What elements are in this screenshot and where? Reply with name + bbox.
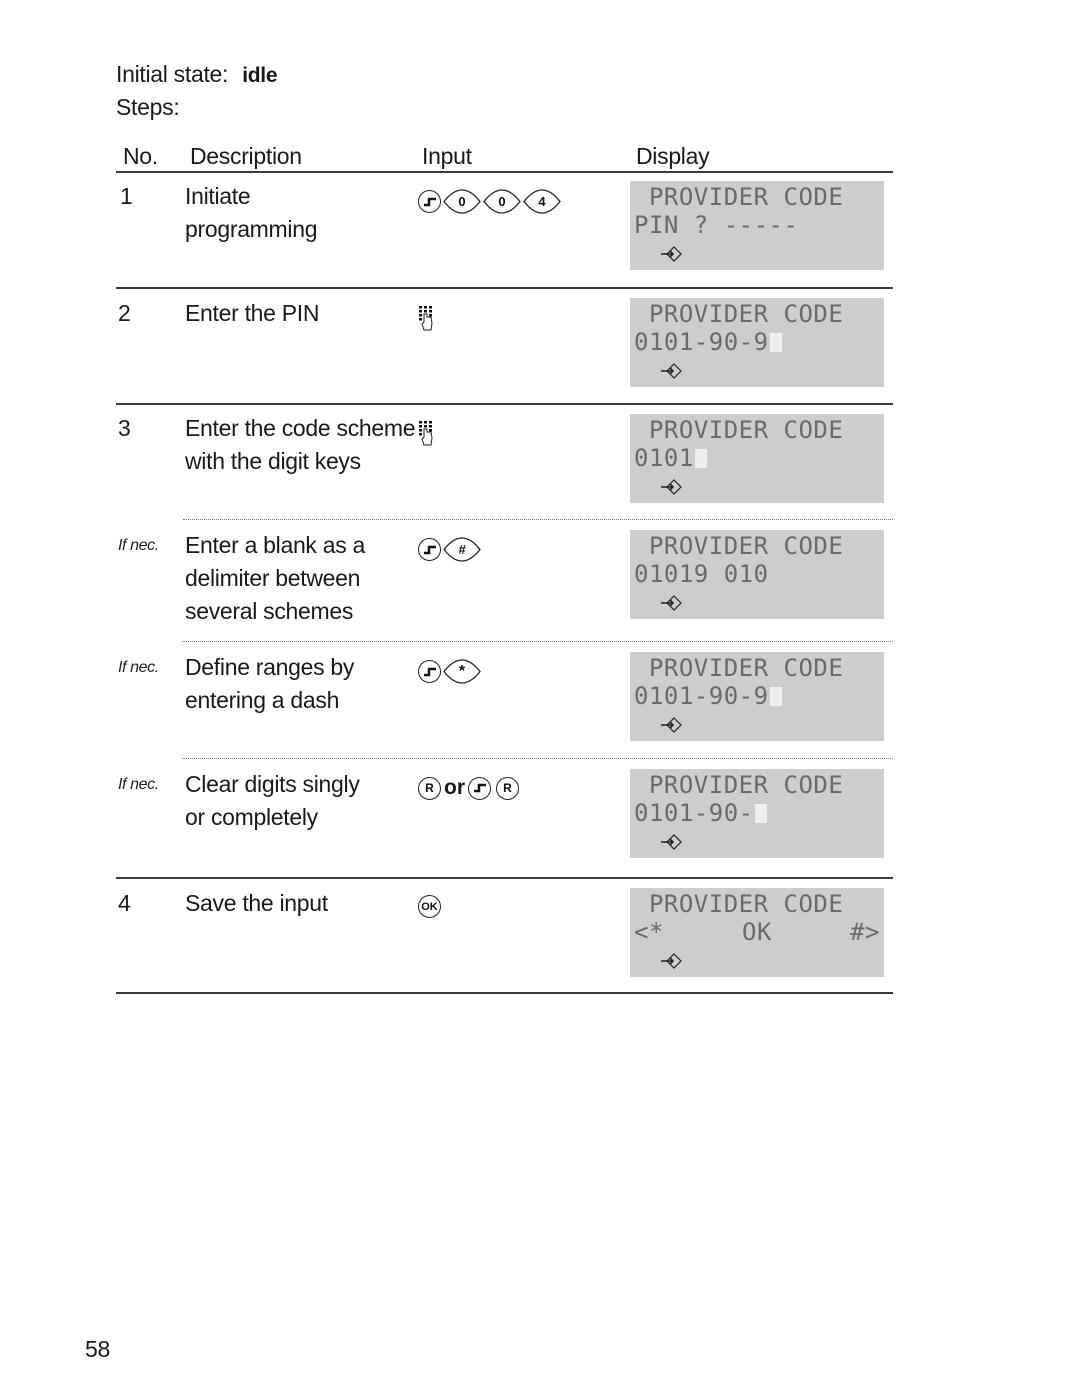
initial-state-value: idle xyxy=(242,64,278,87)
lcd-line-1: PROVIDER CODE xyxy=(634,654,844,682)
step-number: 1 xyxy=(120,183,133,209)
column-header-description: Description xyxy=(190,143,302,169)
row-divider-dotted xyxy=(183,641,893,642)
lcd-line-1: PROVIDER CODE xyxy=(634,416,844,444)
if-necessary-label: If nec. xyxy=(118,659,159,676)
if-necessary-label: If nec. xyxy=(118,537,159,554)
enter-arrow-icon xyxy=(661,834,682,850)
digit-key-0: 0 xyxy=(483,189,521,214)
line-key-icon xyxy=(418,190,441,213)
input-keys: R or R xyxy=(418,776,519,800)
row-divider-dotted xyxy=(183,519,893,520)
row-divider xyxy=(116,287,893,289)
digit-key-4: 4 xyxy=(523,189,561,214)
step-number: 3 xyxy=(118,415,131,441)
enter-arrow-icon xyxy=(661,717,682,733)
input-keys: # xyxy=(418,537,481,562)
column-header-no: No. xyxy=(123,143,158,169)
input-keys: 0 0 4 xyxy=(418,189,561,214)
keypad-hand-icon xyxy=(419,306,433,331)
step-description: Define ranges by entering a dash xyxy=(185,654,355,713)
table-bottom-divider xyxy=(116,992,893,994)
initial-state-label: Initial state: xyxy=(116,61,229,87)
lcd-cursor xyxy=(694,449,707,468)
lcd-line-1: PROVIDER CODE xyxy=(634,771,844,799)
step-description: Enter a blank as a delimiter between sev… xyxy=(185,532,365,624)
lcd-display: PROVIDER CODE 0101-90-9 xyxy=(630,298,884,387)
enter-arrow-icon xyxy=(661,595,682,611)
lcd-line-2: <* OK #> xyxy=(634,918,880,946)
lcd-display: PROVIDER CODE 01019 010 xyxy=(630,530,884,619)
lcd-line-1: PROVIDER CODE xyxy=(634,532,844,560)
lcd-line-2: 0101 xyxy=(634,444,707,472)
row-divider-dotted xyxy=(183,758,893,759)
lcd-cursor xyxy=(769,333,782,352)
line-key-icon xyxy=(418,660,441,683)
enter-arrow-icon xyxy=(661,953,682,969)
lcd-line-1: PROVIDER CODE xyxy=(634,183,844,211)
step-number: 2 xyxy=(118,300,131,326)
lcd-display: PROVIDER CODE 0101 xyxy=(630,414,884,503)
r-key: R xyxy=(418,776,441,800)
lcd-softkey-ok: OK xyxy=(742,918,772,946)
step-description: Clear digits singly or completely xyxy=(185,771,360,830)
line-key-icon xyxy=(468,776,491,800)
lcd-line-2: 0101-90-9 xyxy=(634,682,782,710)
lcd-line-2: 01019 010 xyxy=(634,560,769,588)
step-number: 4 xyxy=(118,890,131,916)
step-description: Enter the PIN xyxy=(185,300,320,326)
row-divider xyxy=(116,403,893,405)
lcd-display: PROVIDER CODE PIN ? ----- xyxy=(630,181,884,270)
if-necessary-label: If nec. xyxy=(118,776,159,793)
lcd-cursor xyxy=(754,804,767,823)
initial-state-line: Initial state: idle xyxy=(116,58,278,92)
keypad-hand-icon xyxy=(419,421,433,446)
lcd-softkey-right: #> xyxy=(850,918,880,946)
lcd-softkey-left: <* xyxy=(634,918,664,946)
digit-key-0: 0 xyxy=(443,189,481,214)
input-keys: OK xyxy=(418,895,441,918)
enter-arrow-icon xyxy=(661,363,682,379)
row-divider xyxy=(116,877,893,879)
steps-label: Steps: xyxy=(116,94,180,120)
star-key: * xyxy=(443,659,481,684)
lcd-line-2: PIN ? ----- xyxy=(634,211,799,239)
page-number: 58 xyxy=(85,1336,110,1362)
lcd-display: PROVIDER CODE 0101-90- xyxy=(630,769,884,858)
lcd-line-1: PROVIDER CODE xyxy=(634,300,844,328)
or-separator: or xyxy=(444,776,465,799)
lcd-line-1: PROVIDER CODE xyxy=(634,890,844,918)
line-key-icon xyxy=(418,538,441,561)
lcd-cursor xyxy=(769,687,782,706)
hash-key: # xyxy=(443,537,481,562)
step-description: Save the input xyxy=(185,890,328,916)
input-keys: * xyxy=(418,659,481,684)
column-header-input: Input xyxy=(422,143,472,169)
header-divider xyxy=(116,171,893,173)
column-header-display: Display xyxy=(636,143,710,169)
ok-key: OK xyxy=(418,895,441,918)
r-key: R xyxy=(496,776,519,800)
lcd-display: PROVIDER CODE 0101-90-9 xyxy=(630,652,884,741)
lcd-display: PROVIDER CODE <* OK #> xyxy=(630,888,884,977)
enter-arrow-icon xyxy=(661,246,682,262)
lcd-line-2: 0101-90-9 xyxy=(634,328,782,356)
lcd-line-2: 0101-90- xyxy=(634,799,767,827)
step-description: Initiate programming xyxy=(185,183,318,242)
enter-arrow-icon xyxy=(661,479,682,495)
step-description: Enter the code scheme with the digit key… xyxy=(185,415,416,474)
